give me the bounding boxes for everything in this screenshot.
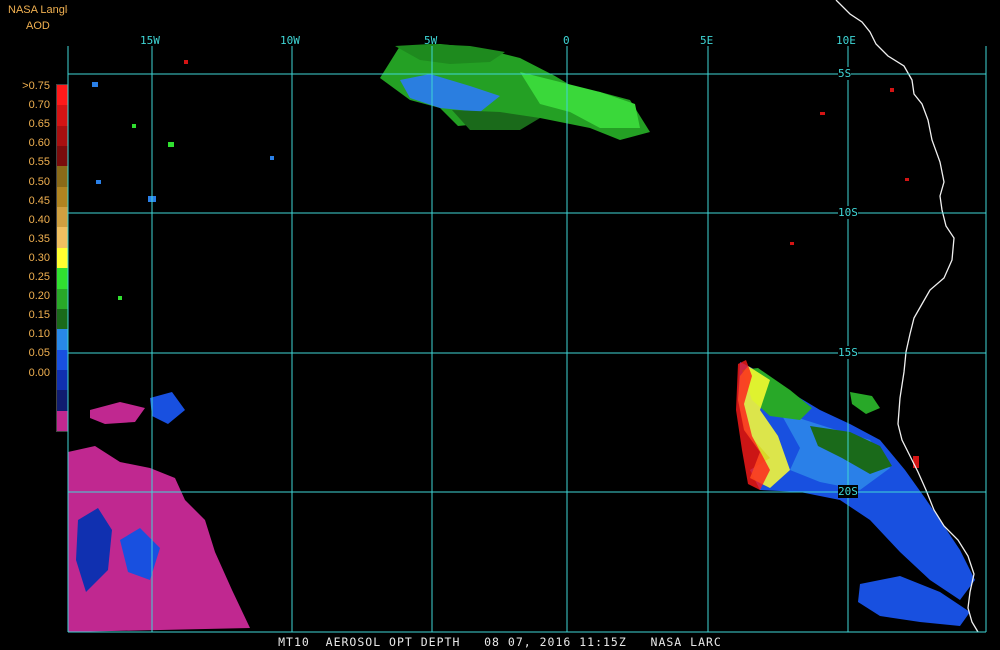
longitude-label: 10E xyxy=(836,34,856,47)
longitude-label: 5E xyxy=(700,34,714,47)
latitude-label: 20S xyxy=(838,485,858,498)
latitude-label: 5S xyxy=(838,67,852,80)
longitude-label: 10W xyxy=(280,34,300,47)
longitude-label: 5W xyxy=(424,34,438,47)
latitude-label: 10S xyxy=(838,206,858,219)
latitude-label: 15S xyxy=(838,346,858,359)
longitude-label: 15W xyxy=(140,34,160,47)
aod-map xyxy=(67,0,987,633)
map-footer-caption: MT10 AEROSOL OPT DEPTH 08 07, 2016 11:15… xyxy=(278,635,722,649)
longitude-label: 0 xyxy=(563,34,570,47)
